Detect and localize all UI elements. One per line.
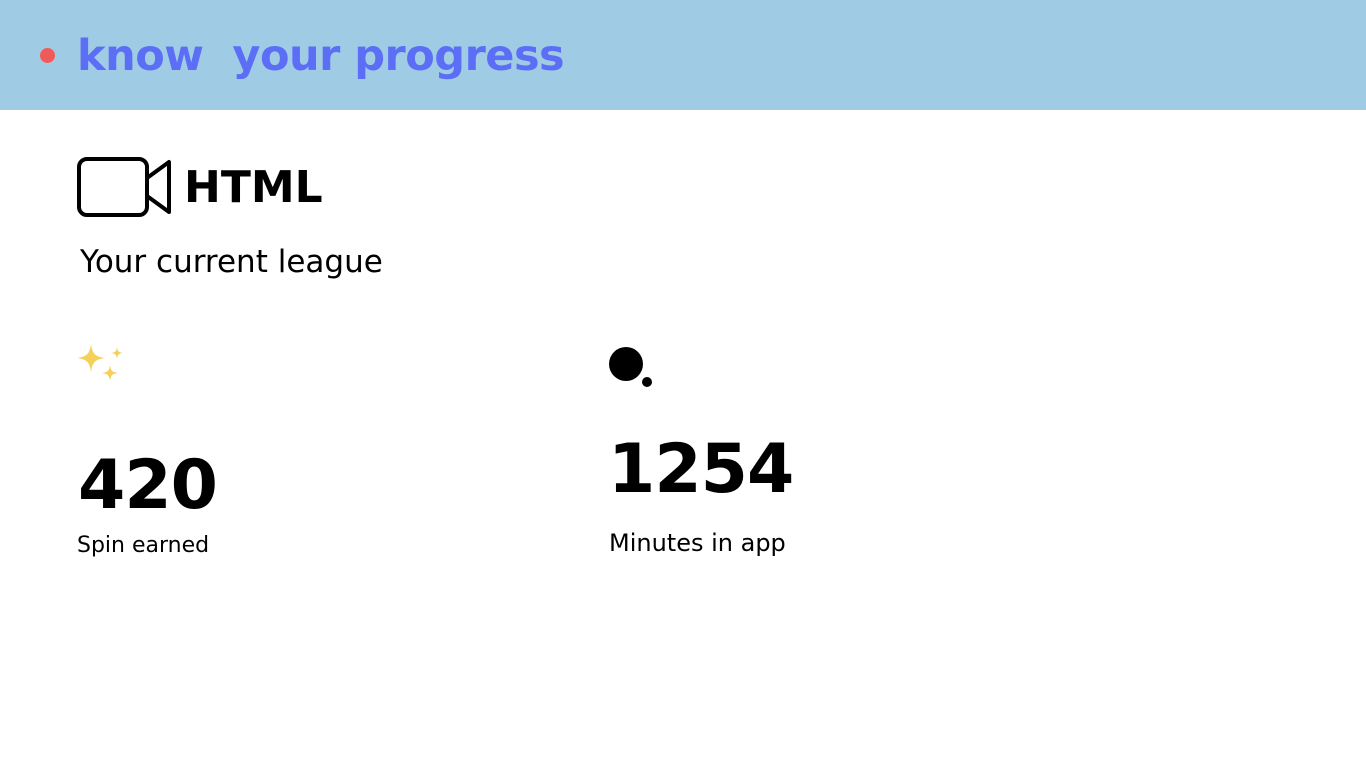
minutes-in-app-label: Minutes in app [609, 529, 786, 557]
league-label: Your current league [80, 244, 383, 280]
page-title: know your progress [77, 31, 565, 81]
spin-earned-label: Spin earned [77, 533, 210, 558]
bullet-dot-icon [40, 48, 55, 63]
moon-icon [609, 347, 652, 387]
video-camera-icon [77, 157, 171, 217]
header-bar: know your progress [0, 0, 1366, 110]
course-name: HTML [184, 162, 323, 213]
minutes-in-app-value: 1254 [608, 430, 794, 509]
spin-earned-value: 420 [78, 446, 218, 525]
sparkles-icon [77, 344, 123, 381]
